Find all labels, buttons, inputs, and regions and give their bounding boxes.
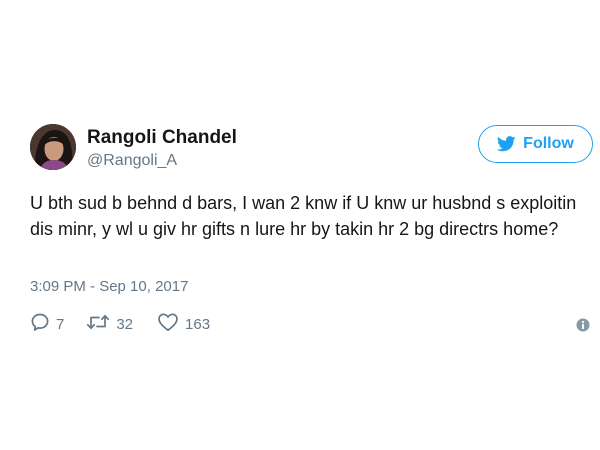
avatar[interactable] <box>30 124 76 170</box>
tweet-text: U bth sud b behnd d bars, I wan 2 knw if… <box>30 193 577 239</box>
reply-bubble-icon <box>30 312 50 336</box>
reply-count: 7 <box>56 315 65 333</box>
retweet-count: 32 <box>116 315 134 333</box>
retweet-arrows-icon <box>86 312 110 336</box>
tweet-timestamp[interactable]: 3:09 PM - Sep 10, 2017 <box>30 278 188 295</box>
twitter-bird-icon <box>497 136 516 152</box>
heart-icon <box>157 312 179 336</box>
info-circle-icon[interactable] <box>576 318 590 332</box>
author-display-name[interactable]: Rangoli Chandel <box>87 127 237 149</box>
retweet-button[interactable]: 32 <box>86 312 133 336</box>
follow-label: Follow <box>523 135 574 152</box>
avatar-image <box>30 124 76 170</box>
like-count: 163 <box>185 315 211 333</box>
tweet-actions: 7 32 163 <box>30 312 210 336</box>
follow-button[interactable]: Follow <box>478 125 593 163</box>
tweet-card: Rangoli Chandel @Rangoli_A Follow U bth … <box>0 0 600 450</box>
like-button[interactable]: 163 <box>157 312 210 336</box>
reply-button[interactable]: 7 <box>30 312 64 336</box>
author-handle[interactable]: @Rangoli_A <box>87 152 177 170</box>
